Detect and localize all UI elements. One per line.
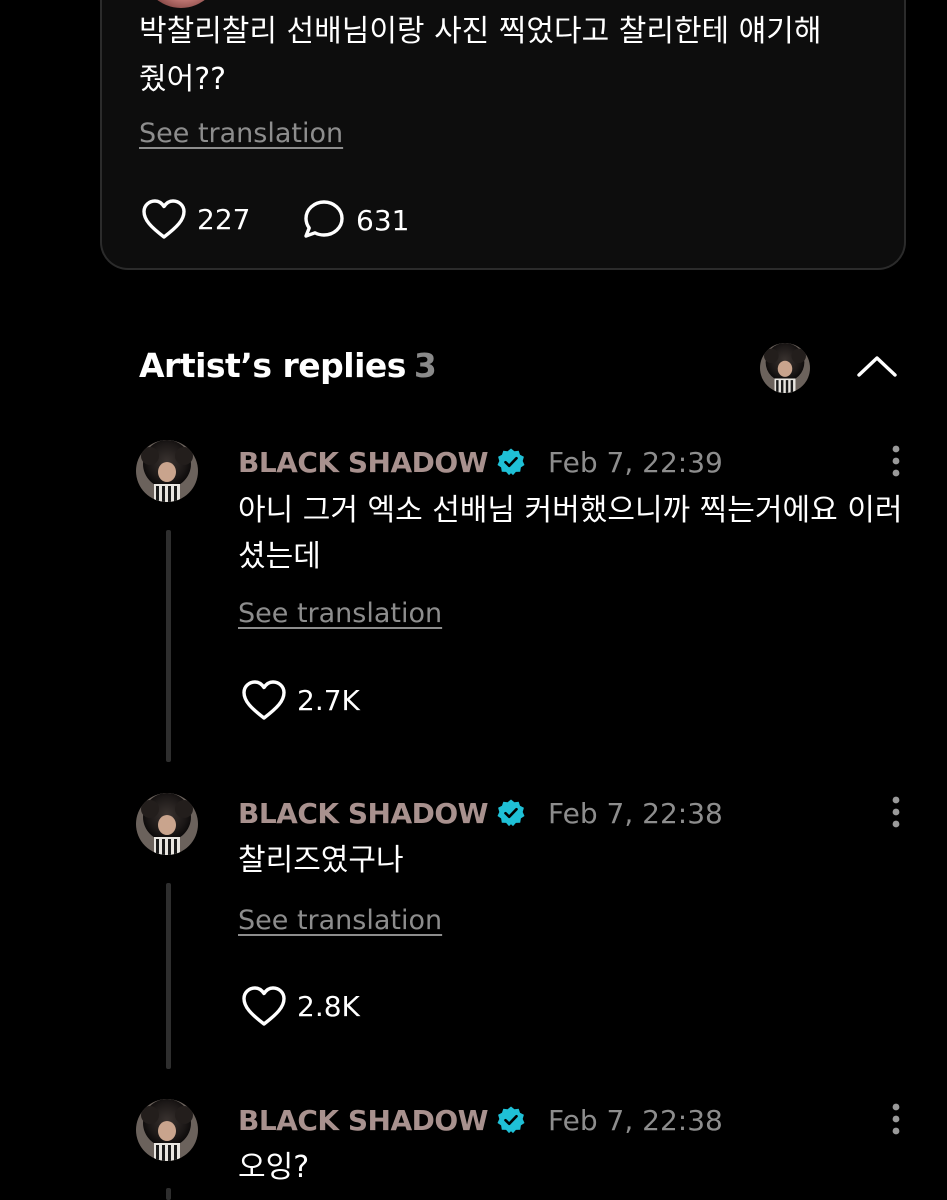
post-text: 박찰리찰리 선배님이랑 사진 찍었다고 찰리한테 얘기해 줬어?? bbox=[139, 14, 822, 97]
reply-author-name[interactable]: BLACK SHADOW bbox=[238, 797, 489, 830]
reply-like-count: 2.8K bbox=[297, 989, 360, 1023]
more-vertical-icon bbox=[892, 445, 900, 477]
post-comment-button[interactable]: 631 bbox=[302, 198, 409, 242]
reply-like-button[interactable]: 2.7K bbox=[241, 679, 360, 721]
post-see-translation-link[interactable]: See translation bbox=[139, 118, 343, 149]
reply-like-button[interactable]: 2.8K bbox=[241, 985, 360, 1027]
verified-badge-icon bbox=[497, 448, 525, 476]
reply-meta: BLACK SHADOW Feb 7, 22:38 bbox=[238, 793, 723, 833]
reply-text: 오잉? bbox=[238, 1150, 310, 1185]
reply-date: Feb 7, 22:38 bbox=[548, 796, 723, 830]
reply-more-button[interactable] bbox=[884, 1101, 908, 1137]
reply-text: 아니 그거 엑소 선배님 커버했으니까 찍는거에요 이러셨는데 bbox=[238, 493, 903, 574]
verified-badge-icon bbox=[497, 1106, 525, 1134]
thread-line bbox=[166, 883, 171, 1069]
reply-meta: BLACK SHADOW Feb 7, 22:39 bbox=[238, 442, 723, 482]
artist-replies-title: Artist’s replies bbox=[139, 346, 406, 385]
reply-more-button[interactable] bbox=[884, 443, 908, 479]
reply-author-avatar[interactable] bbox=[136, 1099, 198, 1161]
more-vertical-icon bbox=[892, 796, 900, 828]
reply-text: 찰리즈였구나 bbox=[238, 843, 404, 878]
thread-line bbox=[166, 1188, 171, 1200]
reply-like-count: 2.7K bbox=[297, 683, 360, 717]
collapse-replies-button[interactable] bbox=[852, 344, 902, 388]
heart-icon bbox=[242, 986, 286, 1026]
post-comment-count: 631 bbox=[356, 203, 410, 237]
artist-avatar[interactable] bbox=[760, 343, 810, 393]
reply-author-avatar[interactable] bbox=[136, 440, 198, 502]
heart-icon bbox=[242, 680, 286, 720]
reply-see-translation-link[interactable]: See translation bbox=[238, 905, 442, 936]
verified-badge-icon bbox=[497, 799, 525, 827]
reply-author-avatar[interactable] bbox=[136, 793, 198, 855]
reply-see-translation-link[interactable]: See translation bbox=[238, 598, 442, 629]
reply-meta: BLACK SHADOW Feb 7, 22:38 bbox=[238, 1100, 723, 1140]
artist-replies-header: Artist’s replies 3 bbox=[139, 346, 437, 385]
post-like-count: 227 bbox=[197, 202, 251, 236]
chevron-up-icon bbox=[857, 356, 897, 377]
post-author-avatar[interactable] bbox=[142, 0, 220, 8]
artist-replies-count: 3 bbox=[413, 346, 437, 385]
reply-date: Feb 7, 22:39 bbox=[548, 445, 723, 479]
reply-author-name[interactable]: BLACK SHADOW bbox=[238, 446, 489, 479]
reply-more-button[interactable] bbox=[884, 794, 908, 830]
post-like-button[interactable]: 227 bbox=[141, 198, 250, 240]
heart-icon bbox=[142, 199, 186, 239]
reply-author-name[interactable]: BLACK SHADOW bbox=[238, 1104, 489, 1137]
more-vertical-icon bbox=[892, 1103, 900, 1135]
thread-line bbox=[166, 530, 171, 762]
comment-bubble-icon bbox=[304, 200, 344, 238]
reply-date: Feb 7, 22:38 bbox=[548, 1103, 723, 1137]
